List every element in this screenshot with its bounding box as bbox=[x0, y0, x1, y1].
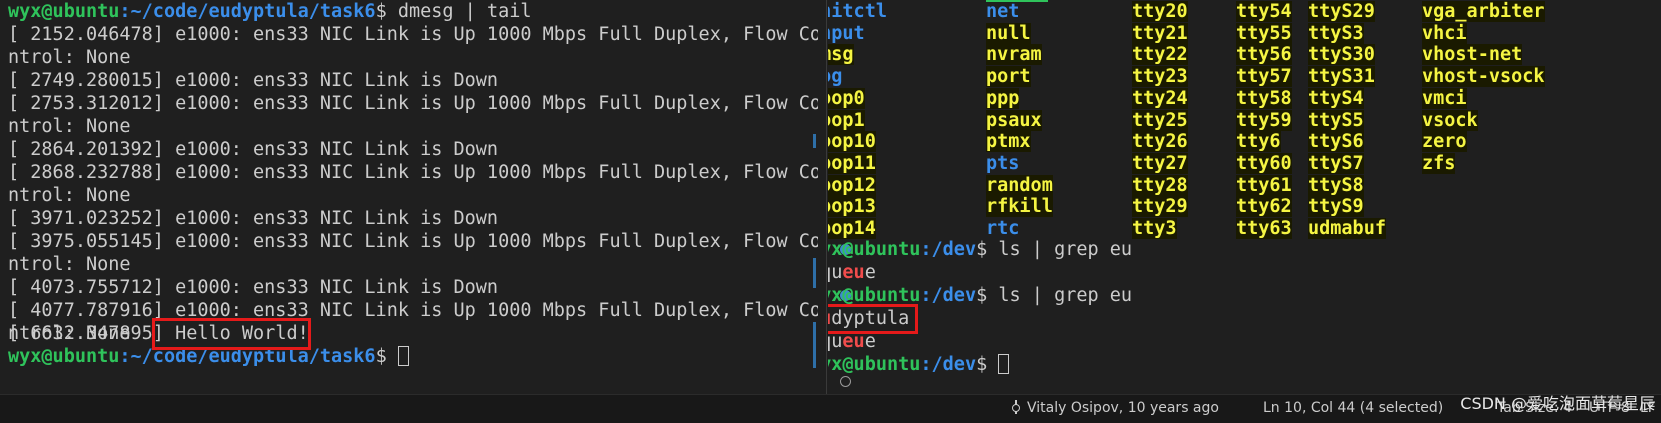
dev-entry: ttyS7 bbox=[1308, 152, 1364, 174]
dev-entry: net bbox=[986, 1, 1020, 22]
dev-entry: ttyS6 bbox=[1308, 131, 1364, 153]
terminal-cursor bbox=[397, 346, 409, 366]
dev-entry: rtc bbox=[986, 218, 1020, 239]
dev-entry: null bbox=[986, 22, 1031, 44]
dev-entry: log bbox=[828, 66, 843, 88]
status-bar: Vitaly Osipov, 10 years ago Ln 10, Col 4… bbox=[0, 394, 1661, 423]
dev-entry: tty58 bbox=[1236, 87, 1292, 109]
dev-entry: loop11 bbox=[828, 152, 876, 175]
dev-entry: tty60 bbox=[1236, 152, 1292, 174]
dev-entry: loop1 bbox=[828, 109, 865, 132]
dmesg-output-line: [ 3971.023252] e1000: ens33 NIC Link is … bbox=[8, 208, 499, 229]
left-terminal[interactable]: wyx@ubuntu:~/code/eudyptula/task6$ dmesg… bbox=[0, 0, 818, 394]
cursor-position-item[interactable]: Ln 10, Col 44 (4 selected) bbox=[1263, 400, 1443, 416]
dev-entry: tty26 bbox=[1132, 131, 1188, 153]
dev-entry: tty54 bbox=[1236, 1, 1292, 22]
dev-entry: tty3 bbox=[1132, 218, 1177, 239]
dev-entry: ttyS5 bbox=[1308, 109, 1364, 131]
dev-entry: rfkill bbox=[986, 196, 1053, 218]
dev-entry: tty23 bbox=[1132, 66, 1188, 88]
command-pending-dot[interactable] bbox=[840, 376, 851, 387]
dev-entry: random bbox=[986, 174, 1053, 196]
grep-output-line: mqueue bbox=[828, 262, 876, 283]
dev-entry: loop13 bbox=[828, 195, 876, 218]
highlight-box-eudyptula bbox=[828, 304, 918, 334]
terminal-cursor bbox=[998, 354, 1010, 374]
dev-entry: port bbox=[986, 66, 1031, 88]
dev-entry: tty20 bbox=[1132, 1, 1188, 22]
dev-entry: ttyS3 bbox=[1308, 22, 1364, 44]
dev-entry: tty27 bbox=[1132, 152, 1188, 174]
dev-entry: vhost-net bbox=[1422, 44, 1523, 66]
dev-entry: tty24 bbox=[1132, 87, 1188, 109]
dev-entry: loop14 bbox=[828, 217, 876, 240]
dmesg-output-line: [ 2753.312012] e1000: ens33 NIC Link is … bbox=[8, 93, 818, 114]
dev-entry: pts bbox=[986, 152, 1020, 174]
dmesg-output-line: [ 2864.201392] e1000: ens33 NIC Link is … bbox=[8, 139, 499, 160]
dev-entry: loop12 bbox=[828, 174, 876, 197]
dev-entry: ptmx bbox=[986, 131, 1031, 153]
prompt-line: wyx@ubuntu:~/code/eudyptula/task6$ dmesg… bbox=[8, 1, 532, 22]
dmesg-output-line: ntrol: None bbox=[8, 185, 131, 206]
scroll-marker bbox=[813, 258, 816, 288]
dev-entry: initctl bbox=[828, 1, 887, 22]
dev-entry: vsock bbox=[1422, 109, 1478, 131]
dev-entry: ttyS8 bbox=[1308, 174, 1364, 196]
highlight-box-hello bbox=[152, 318, 311, 350]
dev-entry: kmsg bbox=[828, 43, 854, 66]
git-blame-item[interactable]: Vitaly Osipov, 10 years ago bbox=[1012, 400, 1219, 416]
scroll-marker bbox=[813, 322, 816, 368]
dmesg-output-line: [ 2749.280015] e1000: ens33 NIC Link is … bbox=[8, 70, 499, 91]
dev-entry: tty56 bbox=[1236, 44, 1292, 66]
current-prompt-line[interactable]: wyx@ubuntu:/dev$ bbox=[828, 353, 1010, 376]
dev-entry: vga_arbiter bbox=[1422, 1, 1545, 22]
dev-entry: tty63 bbox=[1236, 218, 1292, 239]
dev-entry: tty25 bbox=[1132, 109, 1188, 131]
dev-entry: tty62 bbox=[1236, 196, 1292, 218]
dmesg-output-line: [ 2868.232788] e1000: ens33 NIC Link is … bbox=[8, 162, 818, 183]
dev-entry: loop0 bbox=[828, 87, 865, 110]
pane-divider[interactable] bbox=[826, 0, 827, 394]
dmesg-output-line: [ 3975.055145] e1000: ens33 NIC Link is … bbox=[8, 231, 818, 252]
dev-entry: vhost-vsock bbox=[1422, 66, 1545, 88]
dev-entry: nvram bbox=[986, 44, 1042, 66]
right-terminal[interactable]: initctlinputkmsglogloop0loop1loop10loop1… bbox=[828, 0, 1661, 394]
dev-entry: tty28 bbox=[1132, 174, 1188, 196]
dev-entry: tty59 bbox=[1236, 109, 1292, 131]
git-commit-icon bbox=[1012, 400, 1022, 414]
watermark: CSDN @爱吃泡面草莓星辰 bbox=[1460, 394, 1655, 413]
dev-entry: ttyS31 bbox=[1308, 66, 1375, 88]
dev-entry: tty57 bbox=[1236, 66, 1292, 88]
scroll-marker bbox=[813, 134, 816, 148]
command-text: dmesg | tail bbox=[397, 1, 532, 22]
prompt-line: wyx@ubuntu:/dev$ ls | grep eu bbox=[828, 239, 1133, 260]
dmesg-output-line: ntrol: None bbox=[8, 47, 131, 68]
dev-entry: tty61 bbox=[1236, 174, 1292, 196]
dev-entry: zfs bbox=[1422, 152, 1456, 174]
dev-entry: vmci bbox=[1422, 87, 1467, 109]
dmesg-output-line: ntrol: None bbox=[8, 254, 131, 275]
dev-entry: loop10 bbox=[828, 130, 876, 153]
dmesg-output-line: [ 4077.787916] e1000: ens33 NIC Link is … bbox=[8, 300, 818, 321]
dev-entry: tty21 bbox=[1132, 22, 1188, 44]
dev-entry: udmabuf bbox=[1308, 218, 1386, 239]
dev-entry: ttyS30 bbox=[1308, 44, 1375, 66]
dmesg-output-line: [ 2152.046478] e1000: ens33 NIC Link is … bbox=[8, 24, 818, 45]
dev-entry: ttyS4 bbox=[1308, 87, 1364, 109]
dev-entry: psaux bbox=[986, 109, 1042, 131]
dev-entry: ttyS29 bbox=[1308, 1, 1375, 22]
dev-entry: tty55 bbox=[1236, 22, 1292, 44]
dev-entry: tty22 bbox=[1132, 44, 1188, 66]
dev-entry: vhci bbox=[1422, 22, 1467, 44]
dev-entry: tty29 bbox=[1132, 196, 1188, 218]
dev-entry: zero bbox=[1422, 131, 1467, 153]
dmesg-output-line: [ 4073.755712] e1000: ens33 NIC Link is … bbox=[8, 277, 499, 298]
dmesg-output-line: ntrol: None bbox=[8, 116, 131, 137]
dev-entry: input bbox=[828, 22, 865, 44]
dev-entry: tty6 bbox=[1236, 131, 1281, 153]
dev-entry: ttyS9 bbox=[1308, 196, 1364, 218]
dev-entry: ppp bbox=[986, 87, 1020, 109]
